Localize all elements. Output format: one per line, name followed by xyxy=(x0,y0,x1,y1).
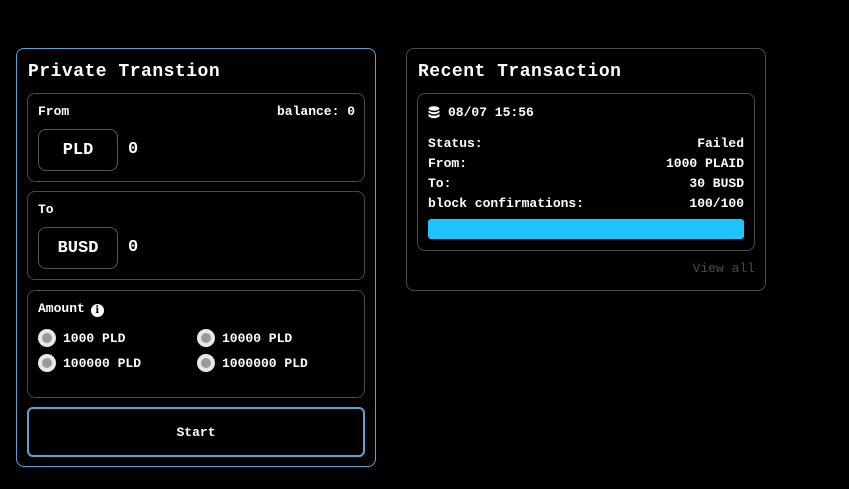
from-amount: 0 xyxy=(128,140,139,159)
from-token-button[interactable]: PLD xyxy=(38,129,118,171)
transaction-header: 08/07 15:56 xyxy=(428,105,534,120)
from-row: From: 1000 PLAID xyxy=(428,156,744,171)
amount-label: Amount xyxy=(38,301,85,316)
amount-option-100000[interactable]: 100000 PLD xyxy=(38,354,141,372)
from-box: From balance: 0 PLD 0 xyxy=(27,93,365,182)
private-transaction-panel: Private Transtion From balance: 0 PLD 0 … xyxy=(16,48,376,467)
info-icon[interactable]: i xyxy=(90,304,104,317)
amount-box: Amount i 1000 PLD 10000 PLD 100000 PLD 10… xyxy=(27,290,365,398)
confirmations-row: block confirmations: 100/100 xyxy=(428,196,744,211)
amount-option-label: 1000 PLD xyxy=(63,330,126,346)
to-amount: 0 xyxy=(128,238,139,257)
balance-text: balance: 0 xyxy=(276,104,355,119)
status-value: Failed xyxy=(697,136,744,151)
to-box: To BUSD 0 xyxy=(27,191,365,280)
amount-option-label: 100000 PLD xyxy=(63,355,142,371)
radio-button[interactable] xyxy=(197,354,215,372)
confirmations-value: 100/100 xyxy=(689,196,744,211)
from-label: From xyxy=(38,104,70,119)
to-label: To xyxy=(38,202,54,217)
radio-button[interactable] xyxy=(38,354,56,372)
amount-option-label: 1000000 PLD xyxy=(222,355,308,371)
to-token-button[interactable]: BUSD xyxy=(38,227,118,269)
transaction-timestamp: 08/07 15:56 xyxy=(448,105,534,120)
confirmation-progress-bar xyxy=(428,219,744,239)
to-row: To: 30 BUSD xyxy=(428,176,744,191)
amount-option-1000[interactable]: 1000 PLD xyxy=(38,329,125,347)
tx-from-label: From: xyxy=(428,156,468,171)
radio-button[interactable] xyxy=(38,329,56,347)
amount-label-row: Amount i xyxy=(38,301,104,317)
view-all-link[interactable]: View all xyxy=(693,261,755,276)
start-button[interactable]: Start xyxy=(27,407,365,457)
confirmations-label: block confirmations: xyxy=(428,196,585,211)
amount-option-label: 10000 PLD xyxy=(222,330,293,346)
progress-fill xyxy=(428,219,744,239)
recent-panel-title: Recent Transaction xyxy=(418,62,622,82)
database-icon xyxy=(428,105,440,118)
transaction-card: 08/07 15:56 Status: Failed From: 1000 PL… xyxy=(417,93,755,251)
status-label: Status: xyxy=(428,136,483,151)
recent-transaction-panel: Recent Transaction 08/07 15:56 Status: F… xyxy=(406,48,766,291)
amount-option-1000000[interactable]: 1000000 PLD xyxy=(197,354,308,372)
tx-from-value: 1000 PLAID xyxy=(665,156,744,171)
status-row: Status: Failed xyxy=(428,136,744,151)
tx-to-label: To: xyxy=(428,176,452,191)
tx-to-value: 30 BUSD xyxy=(689,176,744,191)
amount-option-10000[interactable]: 10000 PLD xyxy=(197,329,292,347)
private-panel-title: Private Transtion xyxy=(28,62,221,82)
radio-button[interactable] xyxy=(197,329,215,347)
